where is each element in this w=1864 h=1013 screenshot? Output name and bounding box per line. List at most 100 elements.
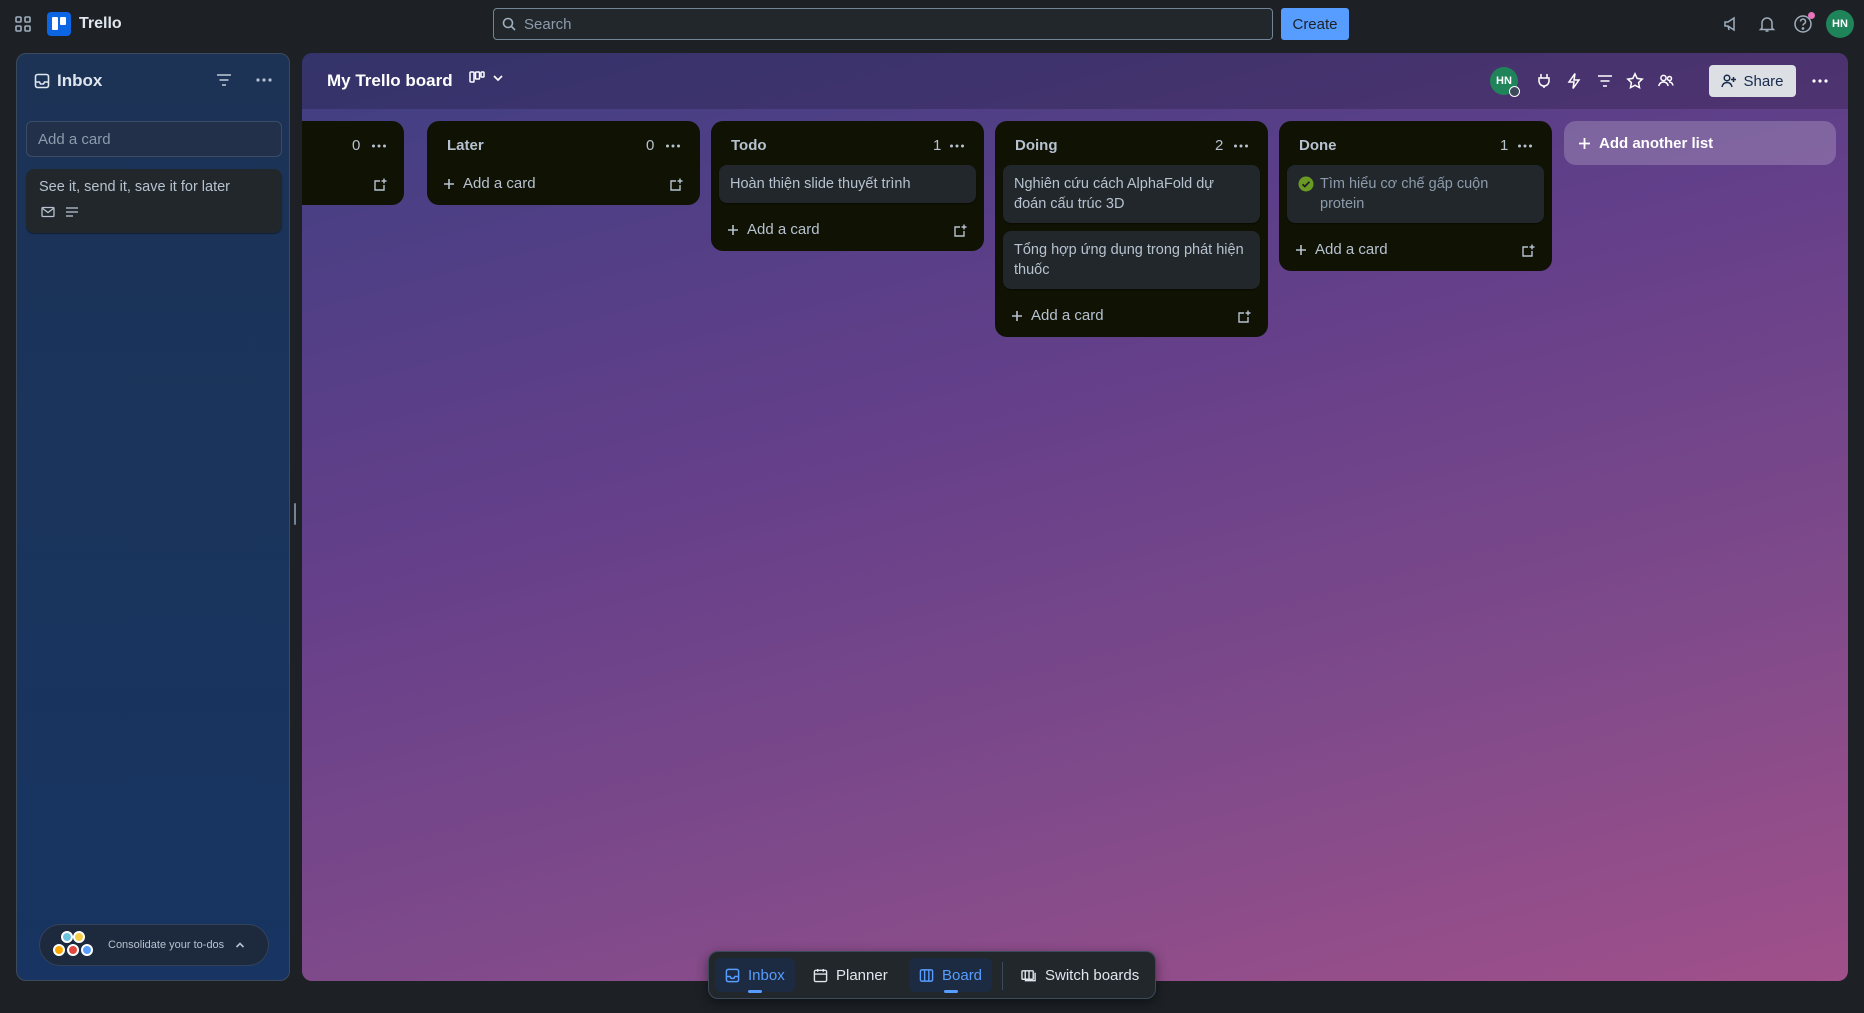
create-button[interactable]: Create xyxy=(1281,8,1349,40)
list-more-icon[interactable] xyxy=(371,138,387,154)
list-title[interactable]: Todo xyxy=(731,137,767,154)
board-header: My Trello board HN Share xyxy=(302,53,1848,109)
card-title: Tìm hiểu cơ chế gấp cuộn protein xyxy=(1320,176,1489,212)
members-icon[interactable] xyxy=(1654,69,1678,93)
user-avatar[interactable]: HN xyxy=(1826,10,1854,38)
calendar-icon xyxy=(813,968,828,983)
template-icon[interactable] xyxy=(373,177,388,192)
nav-board[interactable]: Board xyxy=(909,958,993,993)
list-more-icon[interactable] xyxy=(949,138,965,154)
list-header[interactable]: 0 xyxy=(302,121,404,165)
card[interactable]: Hoàn thiện slide thuyết trình xyxy=(719,165,976,203)
list-card-count: 0 xyxy=(646,137,655,154)
list-card-count: 0 xyxy=(352,137,361,154)
integration-logos-icon xyxy=(52,929,100,961)
card[interactable]: Tìm hiểu cơ chế gấp cuộn protein xyxy=(1287,165,1544,223)
add-list-label: Add another list xyxy=(1599,134,1714,152)
template-icon[interactable] xyxy=(669,177,684,192)
board-member-avatar[interactable]: HN xyxy=(1490,67,1520,97)
megaphone-icon[interactable] xyxy=(1720,13,1742,35)
list-title[interactable]: Later xyxy=(447,137,484,154)
nav-planner[interactable]: Planner xyxy=(803,958,898,992)
panel-resize-handle[interactable] xyxy=(294,503,296,525)
share-button[interactable]: Share xyxy=(1709,65,1796,97)
switch-boards-icon xyxy=(1021,968,1037,983)
template-icon[interactable] xyxy=(953,223,968,238)
card-title: Tổng hợp ứng dụng trong phát hiện thuốc xyxy=(1014,242,1244,278)
add-card-row: Add a card xyxy=(427,165,700,205)
list-title[interactable]: Doing xyxy=(1015,137,1058,154)
card[interactable]: Nghiên cứu cách AlphaFold dự đoán cấu tr… xyxy=(1003,165,1260,223)
power-ups-icon[interactable] xyxy=(1532,69,1556,93)
inbox-icon xyxy=(725,968,740,983)
inbox-add-card[interactable] xyxy=(26,121,282,157)
email-icon xyxy=(41,206,55,218)
inbox-add-card-input[interactable] xyxy=(38,130,281,148)
plus-icon xyxy=(1295,244,1307,256)
star-icon[interactable] xyxy=(1623,69,1647,93)
board-view-icon xyxy=(469,71,485,85)
notification-dot xyxy=(1808,12,1815,19)
add-card-label: Add a card xyxy=(1315,241,1388,258)
filter-icon[interactable] xyxy=(215,71,233,89)
app-name: Trello xyxy=(79,15,122,32)
list-more-icon[interactable] xyxy=(665,138,681,154)
inbox-card-title: See it, send it, save it for later xyxy=(39,179,231,195)
nav-switch-boards-label: Switch boards xyxy=(1045,966,1140,984)
list-column: Todo 1 Hoàn thiện slide thuyết trình Add… xyxy=(711,121,984,251)
plus-icon xyxy=(443,178,455,190)
list-title[interactable]: Done xyxy=(1299,137,1337,154)
plus-icon xyxy=(727,224,739,236)
app-switcher-icon[interactable] xyxy=(14,15,32,33)
template-icon[interactable] xyxy=(1237,309,1252,324)
automation-icon[interactable] xyxy=(1562,69,1586,93)
inbox-header: Inbox xyxy=(17,54,289,110)
list-card-count: 1 xyxy=(933,137,942,154)
list-card-count: 1 xyxy=(1500,137,1509,154)
list-column: Later 0 Add a card xyxy=(427,121,700,205)
help-icon[interactable] xyxy=(1792,12,1815,35)
completed-check-icon[interactable] xyxy=(1298,176,1314,214)
board-canvas: My Trello board HN Share 0 Later 0 Add a… xyxy=(302,53,1848,981)
plus-icon xyxy=(1578,137,1591,150)
add-card-row: Add a card xyxy=(302,165,404,205)
filter-icon[interactable] xyxy=(1593,69,1617,93)
list-header[interactable]: Done 1 xyxy=(1279,121,1552,165)
more-icon[interactable] xyxy=(255,71,273,89)
bottom-navigation: Inbox Planner Board Switch boards xyxy=(708,951,1156,999)
board-title[interactable]: My Trello board xyxy=(327,71,453,91)
template-icon[interactable] xyxy=(1521,243,1536,258)
card-title: Hoàn thiện slide thuyết trình xyxy=(730,176,911,192)
list-more-icon[interactable] xyxy=(1517,138,1533,154)
search-icon xyxy=(502,17,516,31)
share-label: Share xyxy=(1743,72,1784,90)
trello-logo-icon xyxy=(47,12,71,36)
add-another-list-button[interactable]: Add another list xyxy=(1564,121,1836,165)
description-icon xyxy=(65,206,79,218)
list-header[interactable]: Later 0 xyxy=(427,121,700,165)
nav-inbox-label: Inbox xyxy=(748,966,785,984)
nav-switch-boards[interactable]: Switch boards xyxy=(1011,958,1149,992)
list-header[interactable]: Todo 1 xyxy=(711,121,984,165)
search-box[interactable] xyxy=(493,8,1273,40)
list-header[interactable]: Doing 2 xyxy=(995,121,1268,165)
add-card-button[interactable]: Add a card xyxy=(1295,241,1388,258)
board-menu-icon[interactable] xyxy=(1808,69,1832,93)
add-card-button[interactable]: Add a card xyxy=(1011,307,1104,324)
nav-inbox[interactable]: Inbox xyxy=(715,958,795,993)
search-input[interactable] xyxy=(524,15,1272,33)
board-icon xyxy=(919,968,934,983)
bell-icon[interactable] xyxy=(1756,13,1778,35)
consolidate-todos-button[interactable]: Consolidate your to-dos xyxy=(39,924,269,966)
add-card-button[interactable]: Add a card xyxy=(443,175,536,192)
list-more-icon[interactable] xyxy=(1233,138,1249,154)
add-member-icon xyxy=(1721,73,1737,89)
board-view-switcher[interactable] xyxy=(469,71,505,85)
plus-icon xyxy=(1011,310,1023,322)
add-card-button[interactable]: Add a card xyxy=(727,221,820,238)
inbox-title: Inbox xyxy=(57,71,103,90)
inbox-card[interactable]: See it, send it, save it for later xyxy=(26,169,282,233)
trello-logo[interactable]: Trello xyxy=(47,12,122,36)
inbox-panel: Inbox See it, send it, save it for later xyxy=(16,53,290,981)
card[interactable]: Tổng hợp ứng dụng trong phát hiện thuốc xyxy=(1003,231,1260,289)
